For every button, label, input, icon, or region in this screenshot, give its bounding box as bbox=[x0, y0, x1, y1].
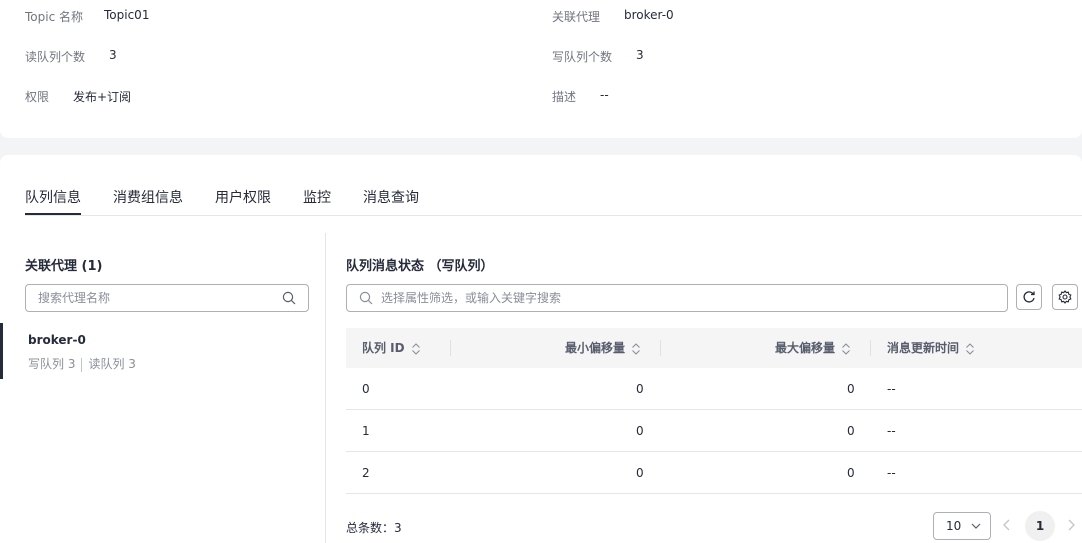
tab-monitor[interactable]: 监控 bbox=[303, 187, 331, 207]
table-row: 0 0 0 -- bbox=[346, 368, 1082, 410]
col-update-time[interactable]: 消息更新时间 bbox=[887, 328, 975, 368]
col-max-offset-label: 最大偏移量 bbox=[775, 341, 836, 355]
tab-queue-info[interactable]: 队列信息 bbox=[25, 187, 81, 215]
cell-max-offset: 0 bbox=[847, 382, 855, 396]
write-queue-label: 写队列个数 bbox=[552, 50, 613, 64]
settings-button[interactable] bbox=[1052, 284, 1078, 310]
broker-panel: 关联代理 (1) broker-0 写队列 3 读队列 3 bbox=[0, 233, 325, 543]
broker-label: 关联代理 bbox=[552, 10, 601, 24]
gear-icon bbox=[1058, 290, 1072, 304]
tab-message-query[interactable]: 消息查询 bbox=[363, 187, 419, 207]
description-label: 描述 bbox=[552, 90, 577, 104]
permission-value: 发布+订阅 bbox=[73, 90, 132, 104]
chevron-right-icon[interactable] bbox=[1066, 518, 1076, 532]
chevron-left-icon[interactable] bbox=[1002, 518, 1012, 532]
page-size-value: 10 bbox=[946, 519, 962, 533]
table-header: 队列 ID 最小偏移量 最大偏移量 消息更新时间 bbox=[346, 328, 1082, 368]
column-separator bbox=[870, 340, 871, 356]
col-min-offset[interactable]: 最小偏移量 bbox=[565, 328, 641, 368]
col-update-time-label: 消息更新时间 bbox=[887, 341, 960, 355]
permission-label: 权限 bbox=[25, 90, 50, 104]
broker-search-box bbox=[25, 284, 309, 312]
table-row: 1 0 0 -- bbox=[346, 410, 1082, 452]
queue-filter-box bbox=[346, 284, 1008, 312]
refresh-button[interactable] bbox=[1016, 284, 1042, 310]
cell-min-offset: 0 bbox=[636, 466, 644, 480]
cell-update-time: -- bbox=[887, 382, 896, 396]
topic-name-value: Topic01 bbox=[104, 8, 150, 22]
panel-divider bbox=[325, 233, 326, 543]
tab-user-permission[interactable]: 用户权限 bbox=[215, 187, 271, 207]
queue-status-panel: 队列消息状态 （写队列） 队列 ID 最小偏移量 bbox=[346, 233, 1082, 543]
search-icon bbox=[359, 291, 373, 305]
broker-item-name: broker-0 bbox=[28, 333, 86, 347]
cell-update-time: -- bbox=[887, 466, 896, 480]
cell-queue-id: 0 bbox=[362, 382, 370, 396]
sort-icon[interactable] bbox=[965, 342, 975, 356]
topic-detail-card: 队列信息 消费组信息 用户权限 监控 消息查询 关联代理 (1) broker-… bbox=[0, 155, 1082, 543]
cell-max-offset: 0 bbox=[847, 424, 855, 438]
broker-item-meta: 写队列 3 读队列 3 bbox=[28, 355, 136, 372]
col-queue-id-label: 队列 ID bbox=[362, 341, 405, 355]
broker-write-count: 写队列 3 bbox=[28, 357, 76, 371]
col-min-offset-label: 最小偏移量 bbox=[565, 341, 626, 355]
column-separator bbox=[450, 340, 451, 356]
cell-min-offset: 0 bbox=[636, 424, 644, 438]
current-page[interactable]: 1 bbox=[1025, 511, 1055, 541]
broker-value: broker-0 bbox=[624, 8, 674, 22]
column-separator bbox=[660, 340, 661, 356]
cell-min-offset: 0 bbox=[636, 382, 644, 396]
search-icon[interactable] bbox=[282, 291, 296, 305]
col-max-offset[interactable]: 最大偏移量 bbox=[775, 328, 851, 368]
page-size-select[interactable]: 10 bbox=[933, 512, 991, 540]
topic-name-label: Topic 名称 bbox=[25, 10, 83, 24]
description-value: -- bbox=[600, 88, 609, 102]
broker-read-count: 读队列 3 bbox=[88, 357, 136, 371]
cell-update-time: -- bbox=[887, 424, 896, 438]
total-count: 总条数：3 bbox=[346, 521, 402, 535]
tab-divider bbox=[25, 215, 1082, 216]
read-queue-value: 3 bbox=[109, 48, 117, 62]
read-queue-label: 读队列个数 bbox=[25, 50, 86, 64]
broker-panel-title: 关联代理 (1) bbox=[25, 259, 103, 274]
table-row: 2 0 0 -- bbox=[346, 452, 1082, 494]
queue-status-title: 队列消息状态 （写队列） bbox=[346, 259, 494, 274]
chevron-down-icon bbox=[971, 523, 981, 529]
broker-search-input[interactable] bbox=[38, 285, 268, 311]
topic-overview-card: Topic 名称 Topic01 关联代理 broker-0 读队列个数 3 写… bbox=[0, 0, 1082, 138]
sort-icon[interactable] bbox=[631, 342, 641, 356]
cell-queue-id: 1 bbox=[362, 424, 370, 438]
sort-icon[interactable] bbox=[841, 342, 851, 356]
col-queue-id[interactable]: 队列 ID bbox=[362, 328, 421, 368]
queue-filter-input[interactable] bbox=[381, 285, 981, 311]
refresh-icon bbox=[1023, 291, 1035, 303]
cell-max-offset: 0 bbox=[847, 466, 855, 480]
tab-consumer-group[interactable]: 消费组信息 bbox=[113, 187, 183, 207]
sort-icon[interactable] bbox=[411, 342, 421, 356]
write-queue-value: 3 bbox=[636, 48, 644, 62]
selected-indicator bbox=[0, 323, 3, 379]
cell-queue-id: 2 bbox=[362, 466, 370, 480]
meta-separator bbox=[81, 357, 83, 372]
broker-list-item[interactable]: broker-0 写队列 3 读队列 3 bbox=[0, 323, 325, 379]
